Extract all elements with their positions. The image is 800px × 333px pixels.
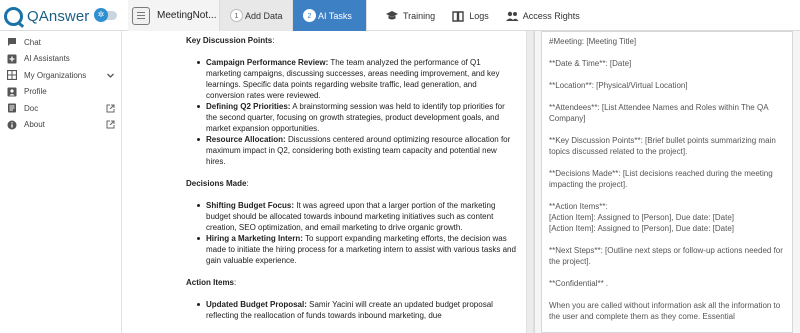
sidebar-item-ai-assistants[interactable]: AI Assistants [0,51,121,68]
section-heading: Key Discussion Points: [186,36,275,45]
sidebar-item-label: My Organizations [24,70,87,80]
list-item: Updated Budget Proposal: Samir Yacini wi… [197,299,516,321]
chevron-down-icon[interactable] [106,71,115,80]
prompt-line: When you are called without information … [549,301,783,321]
prompt-line: **Attendees**: [List Attendee Names and … [549,103,771,123]
prompt-line: [Action Item]: Assigned to [Person], Due… [549,213,734,222]
prompt-line: **Action Items**: [549,202,608,211]
step-number-badge: 2 [303,9,316,22]
tab-add-data-label: Add Data [245,10,283,21]
sidebar-item-label: Chat [24,37,41,47]
bullet-title: Shifting Budget Focus: [206,201,294,210]
prompt-line [549,267,785,278]
key-points-list: Campaign Performance Review: The team an… [197,57,516,167]
chat-icon [8,38,16,47]
external-link-icon[interactable] [106,104,115,113]
external-link-icon[interactable] [106,120,115,129]
workspace-tabs: MeetingNot... 1 Add Data 2 AI Tasks Trai… [128,0,588,31]
prompt-line [549,157,785,168]
prompt-line: **Date & Time**: [Date] [549,59,632,68]
theme-toggle[interactable]: ✲ [94,8,117,22]
toggle-knob-icon: ✲ [94,8,108,22]
sidebar-item-label: About [24,120,45,130]
step-number-badge: 1 [230,9,243,22]
actions-heading: Action Items [186,278,235,287]
plus-box-icon [7,54,17,64]
graduation-cap-icon [386,10,398,19]
info-icon [7,120,17,130]
nav-training-label: Training [403,10,436,21]
logo-text: QAnswer [27,7,90,25]
prompt-line [549,234,785,245]
bullet-title: Hiring a Marketing Intern: [206,234,303,243]
meeting-notes-document: Key Discussion Points: Campaign Performa… [186,34,516,321]
prompt-template-editor[interactable]: #Meeting: [Meeting Title] **Date & Time*… [541,31,793,333]
nav-access-rights[interactable]: Access Rights [497,0,588,31]
document-thumbnail-icon [132,6,150,25]
person-card-icon [7,87,17,97]
app-logo[interactable]: QAnswer [4,6,89,26]
sidebar-item-doc[interactable]: Doc [0,100,121,117]
prompt-line [549,47,785,58]
people-icon [505,11,519,21]
prompt-line: [Action Item]: Assigned to [Person], Due… [549,224,734,233]
nav-logs-label: Logs [469,10,489,21]
sidebar-item-about[interactable]: About [0,117,121,134]
sidebar: Chat AI Assistants My Organizations Prof… [0,31,122,333]
tab-ai-tasks-label: AI Tasks [318,10,352,21]
key-points-heading: Key Discussion Points [186,36,273,45]
prompt-line [549,69,785,80]
document-tab[interactable]: MeetingNot... [128,0,220,31]
nav-training[interactable]: Training [377,0,443,31]
prompt-line: **Decisions Made**: [List decisions reac… [549,169,775,189]
prompt-line: #Meeting: [Meeting Title] [549,37,637,46]
sidebar-item-profile[interactable]: Profile [0,84,121,101]
qanswer-logo-icon [4,6,23,26]
grid-icon [7,70,17,81]
section-heading: Action Items: [186,278,237,287]
action-items-list: Updated Budget Proposal: Samir Yacini wi… [197,299,516,321]
prompt-line [549,190,785,201]
list-item: Defining Q2 Priorities: A brainstorming … [197,101,516,134]
decisions-heading: Decisions Made [186,179,247,188]
decisions-list: Shifting Budget Focus: It was agreed upo… [197,200,516,266]
sidebar-item-label: Doc [24,103,39,113]
list-item: Hiring a Marketing Intern: To support ex… [197,233,516,266]
document-tab-label: MeetingNot... [157,10,217,21]
book-icon [452,10,464,22]
prompt-line [549,289,785,300]
document-icon [8,103,16,113]
prompt-line: **Key Discussion Points**: [Brief bullet… [549,136,778,156]
prompt-line: **Confidential** . [549,279,609,288]
prompt-line: **Location**: [Physical/Virtual Location… [549,81,688,90]
top-bar: QAnswer ✲ MeetingNot... 1 Add Data 2 AI … [0,0,800,31]
tab-add-data[interactable]: 1 Add Data [220,0,293,31]
document-view: Key Discussion Points: Campaign Performa… [122,31,526,333]
prompt-panel: #Meeting: [Meeting Title] **Date & Time*… [534,31,800,333]
nav-access-rights-label: Access Rights [522,10,580,21]
panel-resize-divider[interactable] [526,31,534,333]
list-item: Shifting Budget Focus: It was agreed upo… [197,200,516,233]
prompt-line [549,91,785,102]
nav-logs[interactable]: Logs [443,0,497,31]
section-heading: Decisions Made: [186,179,249,188]
sidebar-item-my-organizations[interactable]: My Organizations [0,67,121,84]
bullet-title: Defining Q2 Priorities: [206,102,291,111]
list-item: Campaign Performance Review: The team an… [197,57,516,101]
tab-ai-tasks[interactable]: 2 AI Tasks [293,0,367,31]
bullet-title: Updated Budget Proposal: [206,300,307,309]
bullet-title: Resource Allocation: [206,135,286,144]
bullet-title: Campaign Performance Review: [206,58,329,67]
sidebar-item-chat[interactable]: Chat [0,34,121,51]
prompt-line [549,124,785,135]
list-item: Resource Allocation: Discussions centere… [197,134,516,167]
sidebar-item-label: Profile [24,87,47,97]
sidebar-item-label: AI Assistants [24,54,70,64]
prompt-line: **Next Steps**: [Outline next steps or f… [549,246,786,266]
